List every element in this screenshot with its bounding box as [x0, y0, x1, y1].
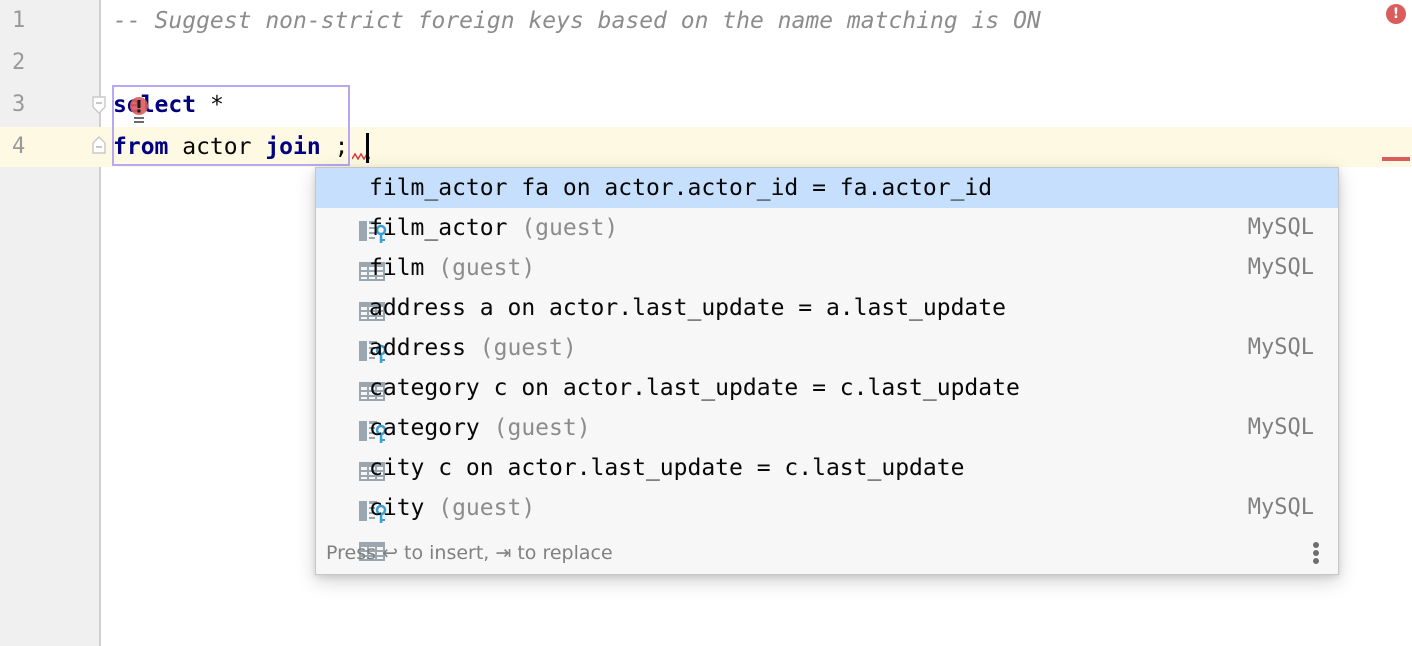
completion-item[interactable]: film_actor (guest) MySQL: [316, 208, 1338, 281]
join-key-icon: [330, 177, 386, 243]
completion-item[interactable]: address (guest) MySQL: [316, 328, 1338, 401]
completion-item-text: film_actor fa on actor.actor_id = fa.act…: [369, 175, 993, 201]
completion-item[interactable]: address a on actor.last_update = a.last_…: [316, 288, 1338, 363]
completion-item-label: film_actor fa on actor.actor_id = fa.act…: [369, 168, 992, 208]
join-key-icon: [330, 377, 386, 443]
completion-item-text: film_actor: [369, 215, 508, 241]
completion-item[interactable]: category (guest) MySQL: [316, 408, 1338, 481]
completion-item-label: category (guest): [369, 408, 591, 448]
completion-item-label: city (guest): [369, 488, 535, 528]
completion-item-text: city: [369, 495, 425, 521]
fold-collapse-icon[interactable]: [92, 96, 106, 114]
error-bulb-icon[interactable]: [128, 96, 150, 126]
error-stripe-marker[interactable]: [1382, 157, 1410, 161]
line-number: 1: [12, 8, 26, 33]
text-caret: [366, 133, 369, 163]
completion-footer-hint: Press ↩ to insert, ⇥ to replace: [326, 542, 613, 564]
completion-item-schema: (guest): [424, 255, 536, 281]
completion-item-schema: (guest): [507, 215, 619, 241]
completion-item-text: address a on actor.last_update = a.last_…: [369, 295, 1006, 321]
table-icon: [330, 497, 385, 561]
line-number: 4: [12, 134, 26, 159]
completion-item[interactable]: film_actor fa on actor.actor_id = fa.act…: [316, 168, 1338, 243]
join-key-icon: [330, 297, 386, 363]
completion-item[interactable]: film (guest) MySQL: [316, 248, 1338, 321]
line-number: 2: [12, 50, 26, 75]
completion-item-label: address a on actor.last_update = a.last_…: [369, 288, 1006, 328]
completion-item-label: address (guest): [369, 328, 577, 368]
completion-item[interactable]: city c on actor.last_update = c.last_upd…: [316, 448, 1338, 523]
table-icon: [330, 417, 385, 481]
join-key-icon: [330, 457, 386, 523]
completion-item-text: film: [369, 255, 425, 281]
line-number: 3: [12, 92, 26, 117]
completion-item-label: film_actor (guest): [369, 208, 618, 248]
completion-item[interactable]: city (guest) MySQL: [316, 488, 1338, 561]
completion-item[interactable]: category c on actor.last_update = c.last…: [316, 368, 1338, 443]
completion-item-source: MySQL: [1247, 255, 1314, 280]
completion-item-text: category: [369, 415, 480, 441]
completion-item-source: MySQL: [1247, 335, 1314, 360]
table-icon: [330, 257, 385, 321]
completion-item-text: city c on actor.last_update = c.last_upd…: [369, 455, 965, 481]
completion-item-source: MySQL: [1247, 495, 1314, 520]
completion-item-source: MySQL: [1247, 415, 1314, 440]
completion-item-schema: (guest): [424, 495, 536, 521]
completion-item-label: film (guest): [369, 248, 535, 288]
completion-item-schema: (guest): [479, 415, 591, 441]
more-vertical-icon[interactable]: [1312, 540, 1320, 566]
completion-item-text: category c on actor.last_update = c.last…: [369, 375, 1020, 401]
completion-popup: film_actor fa on actor.actor_id = fa.act…: [315, 167, 1339, 575]
table-icon: [330, 337, 385, 401]
error-icon[interactable]: !: [1386, 4, 1406, 24]
completion-item-schema: (guest): [465, 335, 577, 361]
table-icon: [330, 217, 385, 281]
completion-item-source: MySQL: [1247, 215, 1314, 240]
fold-end-icon[interactable]: [92, 136, 106, 154]
completion-item-text: address: [369, 335, 466, 361]
completion-item-label: city c on actor.last_update = c.last_upd…: [369, 448, 964, 488]
completion-item-label: category c on actor.last_update = c.last…: [369, 368, 1020, 408]
code-line-1[interactable]: -- Suggest non-strict foreign keys based…: [113, 1, 1041, 41]
